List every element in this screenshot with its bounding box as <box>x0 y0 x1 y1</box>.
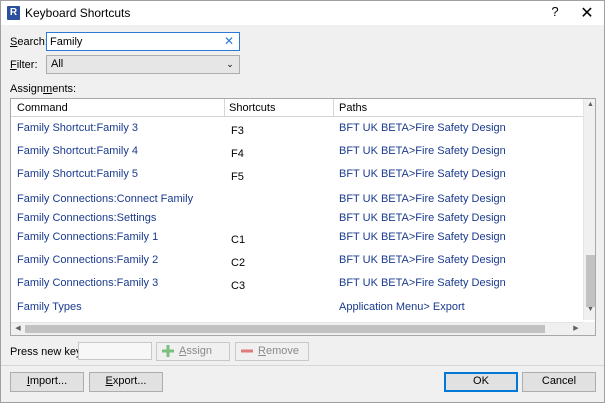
command-cell: Family Connections:Connect Family <box>17 193 194 205</box>
path-cell: BFT UK BETA>Fire Safety Design <box>339 193 506 205</box>
search-input[interactable] <box>50 34 220 49</box>
command-cell: Family Shortcut:Family 5 <box>17 168 139 180</box>
scroll-right-icon[interactable]: ▶ <box>571 323 581 335</box>
shortcut-cell: F4 <box>231 148 244 160</box>
vertical-scrollbar[interactable]: ▲ ▼ <box>583 99 595 320</box>
title-bar: R Keyboard Shortcuts ? ✕ <box>1 1 604 25</box>
chevron-down-icon[interactable]: ⌄ <box>225 57 235 71</box>
filter-dropdown[interactable]: All ⌄ <box>46 55 240 74</box>
filter-label: Filter: <box>10 59 38 71</box>
scroll-left-icon[interactable]: ◀ <box>13 323 23 335</box>
path-cell: BFT UK BETA>Fire Safety Design <box>339 254 506 266</box>
path-cell: BFT UK BETA>Fire Safety Design <box>339 168 506 180</box>
column-divider[interactable] <box>333 99 334 117</box>
export-button[interactable]: Export... <box>89 372 163 392</box>
shortcut-cell: C3 <box>231 280 246 292</box>
command-cell: Family Shortcut:Family 4 <box>17 145 139 157</box>
command-cell: Family Connections:Family 3 <box>17 277 159 289</box>
plus-icon <box>162 345 174 357</box>
vertical-scroll-thumb[interactable] <box>586 255 595 307</box>
path-cell: BFT UK BETA>Fire Safety Design <box>339 277 506 289</box>
search-field[interactable]: ✕ <box>46 32 240 51</box>
scroll-down-icon[interactable]: ▼ <box>584 306 595 318</box>
path-cell: BFT UK BETA>Fire Safety Design <box>339 122 506 134</box>
remove-button[interactable]: Remove <box>235 342 309 361</box>
search-label: Search: <box>10 36 48 48</box>
path-cell: BFT UK BETA>Fire Safety Design <box>339 212 506 224</box>
close-icon[interactable]: ✕ <box>579 3 595 22</box>
scroll-up-icon[interactable]: ▲ <box>584 101 595 113</box>
minus-icon <box>241 349 253 353</box>
clear-search-icon[interactable]: ✕ <box>224 34 234 48</box>
command-cell: Family Shortcut:Family 3 <box>17 122 139 134</box>
table-header: Command Shortcuts Paths <box>11 99 583 117</box>
horizontal-scrollbar[interactable]: ◀ ▶ <box>11 322 583 335</box>
remove-button-label: Remove <box>258 345 299 357</box>
horizontal-scroll-thumb[interactable] <box>25 325 545 333</box>
revit-app-icon: R <box>7 6 20 20</box>
press-new-keys-input[interactable] <box>78 342 152 360</box>
command-cell: Family Connections:Family 2 <box>17 254 159 266</box>
assign-button[interactable]: Assign <box>156 342 230 361</box>
shortcut-cell: C2 <box>231 257 246 269</box>
filter-selected-value: All <box>51 58 64 70</box>
shortcut-cell: F3 <box>231 125 244 137</box>
cancel-button[interactable]: Cancel <box>522 372 596 392</box>
import-button[interactable]: Import... <box>10 372 84 392</box>
path-cell: Application Menu> Export <box>339 301 465 313</box>
shortcut-cell: C1 <box>231 234 246 246</box>
command-cell: Family Connections:Settings <box>17 212 157 224</box>
window-title: Keyboard Shortcuts <box>25 6 131 20</box>
column-header-shortcuts[interactable]: Shortcuts <box>229 102 275 114</box>
shortcut-cell: F5 <box>231 171 244 183</box>
command-cell: Family Types <box>17 301 82 313</box>
path-cell: BFT UK BETA>Fire Safety Design <box>339 145 506 157</box>
assignments-label: Assignments: <box>10 83 77 95</box>
footer-divider <box>1 365 604 366</box>
scrollbar-corner <box>583 322 595 335</box>
command-cell: Family Connections:Family 1 <box>17 231 159 243</box>
column-header-command[interactable]: Command <box>17 102 68 114</box>
assign-button-label: Assign <box>179 345 213 357</box>
path-cell: BFT UK BETA>Fire Safety Design <box>339 231 506 243</box>
help-icon[interactable]: ? <box>548 4 562 20</box>
column-divider[interactable] <box>224 99 225 117</box>
column-header-paths[interactable]: Paths <box>339 102 367 114</box>
assignments-table[interactable]: Command Shortcuts Paths Family Shortcut:… <box>10 98 596 336</box>
ok-button[interactable]: OK <box>444 372 518 392</box>
keyboard-shortcuts-dialog: R Keyboard Shortcuts ? ✕ Search: ✕ Filte… <box>0 0 605 403</box>
